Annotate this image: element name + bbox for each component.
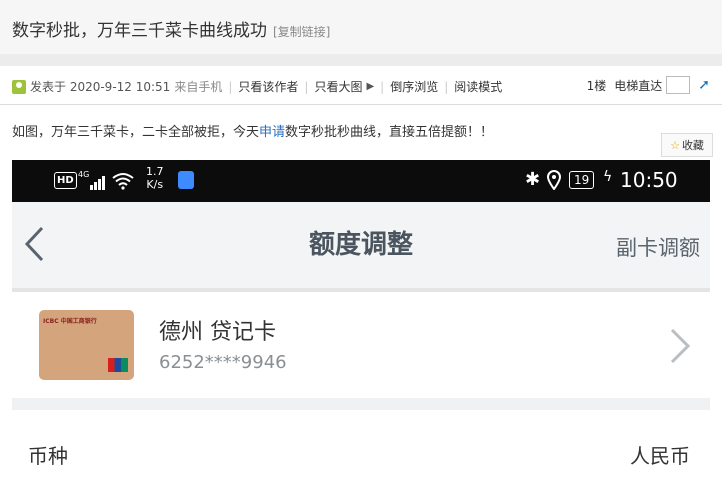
big-image-link[interactable]: 只看大图: [314, 78, 362, 95]
thread-title-text: 数字秒批，万年三千菜卡曲线成功: [12, 21, 267, 41]
post-date: 发表于 2020-9-12 10:51: [30, 80, 171, 94]
wifi-icon: [112, 173, 134, 190]
currency-value: 人民币: [630, 444, 690, 468]
favorite-button[interactable]: ☆ 收藏: [661, 133, 713, 157]
divider: [12, 398, 710, 410]
go-arrow-icon[interactable]: ➚: [698, 77, 710, 93]
card-name: 德州 贷记卡: [159, 320, 276, 345]
battery-icon: 19: [569, 171, 595, 189]
copy-link[interactable]: [复制链接]: [273, 25, 330, 39]
charging-bolt-icon: ϟ: [603, 169, 613, 185]
location-icon: [546, 170, 562, 190]
apply-link[interactable]: 申请: [259, 125, 285, 140]
favorite-label: 收藏: [681, 139, 704, 152]
app-nav-bar: 额度调整 副卡调额: [12, 202, 710, 288]
thread-title: 数字秒批，万年三千菜卡曲线成功 [复制链接]: [12, 16, 330, 41]
currency-row[interactable]: 币种 人民币: [12, 410, 710, 504]
divider: |: [228, 79, 233, 94]
bank-card-logo-text: ICBC 中国工商银行: [43, 318, 97, 325]
author-only-link[interactable]: 只看该作者: [238, 78, 298, 95]
card-select-row[interactable]: ICBC 中国工商银行 德州 贷记卡 6252****9946: [12, 292, 710, 398]
divider: |: [380, 79, 385, 94]
bank-card-image: ICBC 中国工商银行: [39, 310, 134, 380]
elevator-input[interactable]: [666, 76, 691, 94]
network-label: 4G: [78, 170, 90, 179]
post-body: 如图，万年三千菜卡，二卡全部被拒，今天申请数字秒批秒曲线，直接五倍提额！！: [12, 121, 493, 140]
floor-number: 1楼: [586, 78, 607, 93]
play-triangle-icon: ▶: [366, 81, 375, 92]
bluetooth-icon: ✱: [525, 169, 541, 190]
hd-badge: HD: [54, 172, 77, 189]
speed-value: 1.7: [146, 165, 164, 178]
status-clock: 10:50: [620, 168, 678, 192]
reading-mode-link[interactable]: 阅读模式: [454, 78, 502, 95]
chevron-right-icon: [670, 328, 691, 364]
unionpay-logo-icon: [108, 358, 128, 372]
shield-app-icon: [178, 171, 194, 189]
page-title: 额度调整: [308, 230, 413, 260]
post-body-text-2: 数字秒批秒曲线，直接五倍提额！！: [285, 125, 494, 140]
section-gap: [0, 54, 722, 66]
sub-card-adjust-link[interactable]: 副卡调额: [616, 232, 700, 262]
divider: |: [444, 79, 449, 94]
reverse-order-link[interactable]: 倒序浏览: [390, 78, 438, 95]
post-meta-bar: 发表于 2020-9-12 10:51 来自手机 | 只看该作者 | 只看大图 …: [0, 66, 722, 105]
network-speed: 1.7 K/s: [146, 165, 164, 191]
elevator-label: 电梯直达: [614, 78, 663, 93]
card-number: 6252****9946: [159, 352, 287, 373]
star-icon: ☆: [670, 138, 680, 152]
signal-icon: 4G: [78, 170, 106, 190]
embedded-screenshot: HD 4G 1.7 K/s ✱ 19 ϟ 10:50 额度调整 副卡调额 ICB…: [12, 160, 710, 504]
post-body-text: 如图，万年三千菜卡，二卡全部被拒，今天: [12, 125, 260, 140]
currency-label: 币种: [28, 444, 68, 468]
post-source: 来自手机: [174, 80, 223, 94]
divider: |: [304, 79, 309, 94]
phone-status-bar: HD 4G 1.7 K/s ✱ 19 ϟ 10:50: [12, 160, 710, 202]
speed-unit: K/s: [146, 178, 164, 191]
thread-header: 数字秒批，万年三千菜卡曲线成功 [复制链接]: [0, 0, 722, 54]
user-icon: [12, 79, 26, 94]
